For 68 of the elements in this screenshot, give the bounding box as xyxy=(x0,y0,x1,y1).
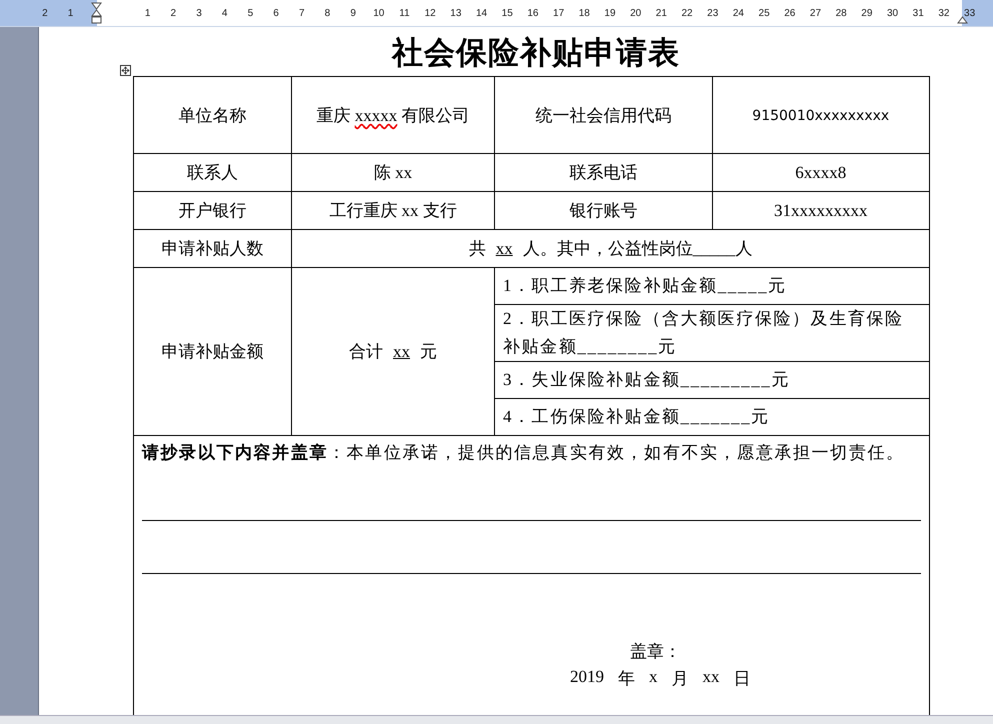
table-cell: 申请补贴人数 xyxy=(134,230,292,268)
date-text: 2019 xyxy=(570,667,604,688)
table-move-handle-icon[interactable] xyxy=(120,65,131,76)
ruler-number: 14 xyxy=(474,8,488,18)
table-cell: 申请补贴金额 xyxy=(134,268,292,436)
ruler[interactable]: 2 1 1 2 3 4 5 6 7 8 9 10 11 12 13 14 15 16 17 18 19 20 21 22 23 24 25 26 27 28 29 30 31 32 33 xyxy=(0,0,993,27)
ruler-number: 2 xyxy=(170,8,178,18)
ruler-number: 32 xyxy=(937,8,950,18)
document-title: 社会保险补贴申请表 xyxy=(392,34,680,73)
date-text: 年 xyxy=(618,668,635,690)
ruler-number: 31 xyxy=(912,8,925,18)
ruler-number: 27 xyxy=(808,8,822,18)
statement-text: 请抄录以下内容并盖章：本单位承诺，提供的信息真实有效，如有不实，愿意承担一切责任。 xyxy=(142,442,906,464)
table-cell: 4．工伤保险补贴金额_______元 xyxy=(494,398,930,436)
ruler-number: 29 xyxy=(860,8,874,18)
table-cell: 3．失业保险补贴金额_________元 xyxy=(494,362,930,398)
ruler-number: 17 xyxy=(552,8,566,18)
table-cell: 陈 xx xyxy=(292,154,494,192)
ruler-number: 20 xyxy=(629,8,642,18)
ruler-number: 30 xyxy=(886,8,900,18)
ruler-number: 25 xyxy=(758,8,771,18)
ruler-number: 23 xyxy=(706,8,720,18)
ruler-number: 24 xyxy=(732,8,745,18)
ruler-number: 21 xyxy=(654,8,668,18)
ruler-number: 33 xyxy=(963,8,976,18)
seal-label: 盖章： xyxy=(630,641,682,663)
indent-marker-icon[interactable] xyxy=(90,2,102,24)
right-indent-marker-icon[interactable] xyxy=(957,16,968,24)
date-text: 日 xyxy=(734,668,750,690)
date-text: x xyxy=(649,667,658,688)
ruler-number: 2 xyxy=(41,8,49,18)
ruler-number: 19 xyxy=(603,8,617,18)
table-cell: 开户银行 xyxy=(134,192,292,230)
ruler-number: 22 xyxy=(680,8,694,18)
ruler-number: 13 xyxy=(449,8,462,18)
table-cell: 工行重庆 xx 支行 xyxy=(292,192,494,230)
ruler-number: 28 xyxy=(834,8,848,18)
date-text: 月 xyxy=(672,668,688,690)
table-cell: 9150010xxxxxxxxx xyxy=(712,76,930,154)
table-cell: 联系电话 xyxy=(494,154,712,192)
ruler-number: 5 xyxy=(246,8,254,18)
ruler-number: 6 xyxy=(272,8,280,18)
ruler-number: 1 xyxy=(144,8,152,18)
ruler-number: 26 xyxy=(783,8,796,18)
ruler-number: 8 xyxy=(324,8,332,18)
table-cell: 联系人 xyxy=(134,154,292,192)
ruler-number: 11 xyxy=(398,8,411,18)
table-cell: 合计 xx 元 xyxy=(292,268,494,436)
ruler-number: 7 xyxy=(298,8,306,18)
table-cell: 1．职工养老保险补贴金额_____元 xyxy=(494,268,930,304)
table-cell: 单位名称 xyxy=(134,76,292,154)
table-cell: 重庆 xxxxx 有限公司 xyxy=(292,76,494,154)
table-cell: 6xxxx8 xyxy=(712,154,930,192)
ruler-number: 10 xyxy=(372,8,386,18)
table-cell: 银行账号 xyxy=(494,192,712,230)
table-cell: 共 xx 人。其中，公益性岗位_____人 xyxy=(292,230,930,268)
ruler-number: 15 xyxy=(500,8,514,18)
ruler-number: 1 xyxy=(66,8,74,18)
table-cell: 31xxxxxxxxx xyxy=(712,192,930,230)
ruler-number: 3 xyxy=(195,8,203,18)
ruler-number: 12 xyxy=(424,8,437,18)
ruler-number: 16 xyxy=(526,8,540,18)
ruler-number: 18 xyxy=(578,8,591,18)
table-cell: 统一社会信用代码 xyxy=(494,76,712,154)
date-text: xx xyxy=(702,667,720,688)
table-cell: 2．职工医疗保险（含大额医疗保险）及生育保险补贴金额________元 xyxy=(494,304,930,362)
ruler-number: 9 xyxy=(349,8,357,18)
ruler-number: 4 xyxy=(220,8,228,18)
